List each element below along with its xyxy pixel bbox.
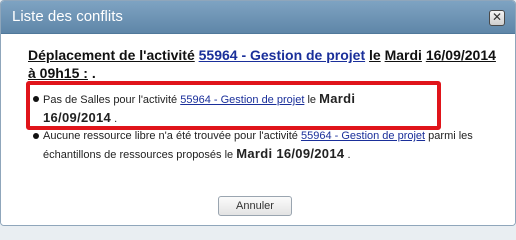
dialog-titlebar: Liste des conflits ✕ [1, 1, 515, 34]
dialog-title: Liste des conflits [12, 8, 123, 25]
close-button[interactable]: ✕ [489, 10, 505, 26]
heading-day: Mardi [384, 47, 422, 63]
bullet-icon [33, 96, 39, 102]
cancel-button[interactable]: Annuler [218, 196, 292, 216]
conflicts-dialog: Liste des conflits ✕ Déplacement de l'ac… [0, 0, 516, 226]
conflict-end: . [114, 113, 118, 125]
conflict-text: Pas de Salles pour l'activité [43, 94, 178, 106]
heading-prefix: Déplacement de l'activité [28, 47, 195, 63]
conflict-item: Pas de Salles pour l'activité 55964 - Ge… [33, 90, 383, 128]
conflict-activity-link[interactable]: 55964 - Gestion de projet [180, 94, 304, 106]
close-icon: ✕ [491, 10, 503, 24]
heading-trail: . [91, 65, 96, 81]
conflict-text-after: le [307, 94, 316, 106]
bullet-icon [33, 133, 39, 139]
conflict-activity-link[interactable]: 55964 - Gestion de projet [301, 130, 425, 142]
conflict-text: Aucune ressource libre n'a été trouvée p… [43, 130, 298, 142]
dialog-content: Déplacement de l'activité 55964 - Gestio… [1, 34, 515, 225]
conflict-date: Mardi 16/09/2014 [236, 146, 345, 161]
conflict-heading: Déplacement de l'activité 55964 - Gestio… [28, 46, 498, 82]
heading-activity-link[interactable]: 55964 - Gestion de projet [199, 47, 366, 63]
conflict-end: . [347, 149, 351, 161]
heading-le: le [369, 47, 381, 63]
conflict-item: Aucune ressource libre n'a été trouvée p… [33, 127, 493, 164]
